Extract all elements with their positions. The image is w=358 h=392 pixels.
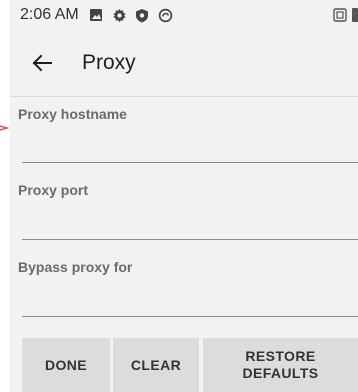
proxy-hostname-input[interactable] [22, 132, 358, 160]
vibrate-icon [332, 7, 348, 28]
clear-button[interactable]: CLEAR [113, 338, 199, 392]
bypass-proxy-label: Bypass proxy for [18, 259, 133, 275]
app-bar-divider [10, 96, 358, 97]
proxy-port-input[interactable] [22, 208, 358, 236]
proxy-hostname-label: Proxy hostname [18, 106, 127, 122]
page-title: Proxy [82, 51, 136, 74]
gear-icon [112, 8, 127, 23]
arrow-left-icon [32, 54, 52, 72]
back-button[interactable] [30, 51, 54, 75]
status-icons [89, 8, 173, 23]
shield-icon [135, 8, 150, 23]
image-icon [89, 8, 104, 23]
proxy-port-underline [22, 239, 358, 240]
proxy-port-label: Proxy port [18, 182, 89, 198]
bypass-proxy-underline [22, 316, 358, 317]
pointer-arrow-icon [0, 120, 10, 136]
left-margin [0, 0, 10, 392]
phone-screen: 2:06 AM Proxy Proxy hostname Proxy port … [10, 0, 358, 392]
status-bar: 2:06 AM [10, 0, 358, 30]
proxy-hostname-underline [22, 162, 358, 163]
status-time: 2:06 AM [20, 6, 79, 23]
bypass-proxy-input[interactable] [22, 286, 358, 314]
status-right-icons [332, 7, 358, 28]
app-bar: Proxy [10, 30, 358, 96]
done-button[interactable]: DONE [22, 338, 110, 392]
restore-defaults-button[interactable]: RESTORE DEFAULTS [203, 338, 358, 392]
circle-icon [158, 8, 173, 23]
battery-icon [352, 7, 358, 28]
